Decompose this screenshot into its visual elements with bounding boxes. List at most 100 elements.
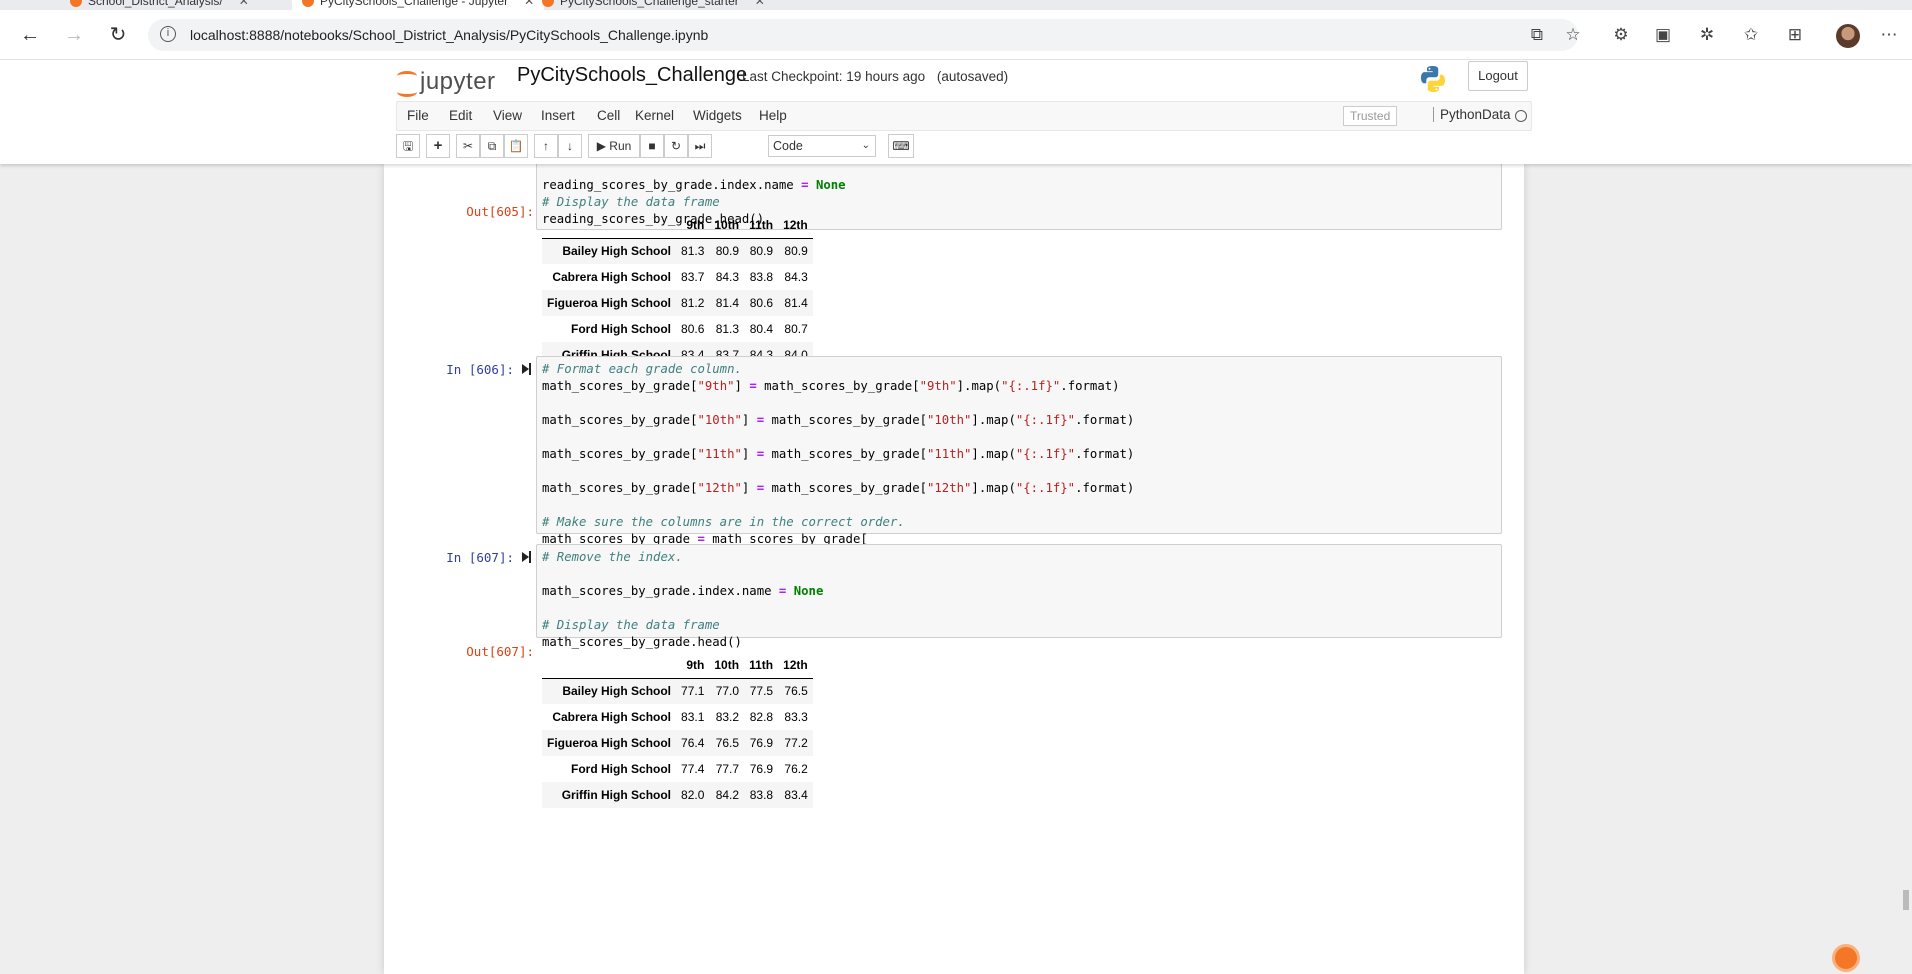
code-comment: # Display the data frame: [542, 195, 720, 209]
row-label: Bailey High School: [562, 684, 672, 699]
output-prompt: Out[605]:: [466, 204, 534, 219]
table-cell: 83.2: [715, 710, 740, 724]
table-cell: 76.9: [749, 736, 774, 750]
move-up-icon[interactable]: ↑: [534, 134, 558, 158]
browser-tab-title: PyCitySchools_Challenge - Jupyter: [320, 0, 509, 8]
run-cell-icon[interactable]: [522, 551, 532, 563]
table-row: Griffin High School 82.0 84.2 83.8 83.4: [542, 782, 813, 808]
browser-tab[interactable]: PyCitySchools_Challenge_starter ✕: [532, 0, 775, 10]
column-header: 12th: [778, 652, 813, 679]
table-cell: 77.4: [681, 762, 705, 776]
browser-tab-active[interactable]: PyCitySchools_Challenge - Jupyter ✕: [292, 0, 545, 10]
table-cell: 80.7: [784, 322, 808, 336]
row-label: Figueroa High School: [547, 736, 672, 750]
autosave-text: (autosaved): [936, 69, 1009, 84]
code-cell-606[interactable]: # Format each grade column. math_scores_…: [536, 356, 1502, 563]
favorite-star-icon[interactable]: ☆: [1562, 24, 1584, 46]
input-prompt: In [606]:: [446, 362, 514, 377]
row-label: Griffin High School: [561, 788, 672, 802]
collections-icon[interactable]: ⊞: [1784, 24, 1806, 46]
menu-kernel[interactable]: Kernel: [635, 108, 674, 123]
table-row: Cabrera High School 83.1 83.2 82.8 83.3: [542, 704, 813, 730]
puzzle-icon[interactable]: ✲: [1696, 24, 1718, 46]
menu-widgets[interactable]: Widgets: [693, 108, 742, 123]
trusted-indicator[interactable]: Trusted: [1343, 106, 1398, 126]
fast-forward-icon[interactable]: ⏭: [688, 134, 712, 158]
back-arrow-icon[interactable]: ←: [18, 23, 42, 47]
more-menu-icon[interactable]: ⋯: [1878, 24, 1900, 46]
column-header: 12th: [778, 212, 813, 239]
code-editor[interactable]: # Format each grade column. math_scores_…: [537, 357, 1501, 569]
paste-icon[interactable]: 📋: [504, 134, 528, 158]
avatar[interactable]: [1836, 24, 1860, 48]
url-text[interactable]: localhost:8888/notebooks/School_District…: [190, 27, 708, 43]
menu-file[interactable]: File: [407, 108, 429, 123]
table-row: Cabrera High School 83.7 84.3 83.8 84.3: [542, 264, 813, 290]
row-label: Figueroa High School: [547, 296, 672, 310]
scrollbar-thumb[interactable]: [1903, 890, 1909, 910]
column-header: 10th: [709, 212, 745, 239]
table-cell: 81.3: [681, 244, 705, 259]
table-row: Figueroa High School 81.2 81.4 80.6 81.4: [542, 290, 813, 316]
move-down-icon[interactable]: ↓: [558, 134, 582, 158]
run-cell-icon[interactable]: [522, 363, 532, 375]
dataframe-table: 9th 10th 11th 12th Bailey High School 77.1 77.…: [542, 652, 813, 808]
cut-icon[interactable]: ✂: [456, 134, 480, 158]
browser-address-bar: ← → ↻ i localhost:8888/notebooks/School_…: [0, 10, 1912, 60]
table-cell: 84.2: [715, 788, 740, 802]
table-cell: 83.8: [749, 788, 774, 802]
menu-insert[interactable]: Insert: [541, 108, 575, 123]
column-header: [542, 212, 677, 239]
stop-icon[interactable]: ■: [640, 134, 664, 158]
row-label: Cabrera High School: [552, 270, 672, 284]
row-label: Bailey High School: [562, 244, 672, 259]
table-cell: 77.1: [681, 684, 705, 699]
read-aloud-icon[interactable]: ⧉: [1526, 24, 1548, 46]
table-row: Ford High School 80.6 81.3 80.4 80.7: [542, 316, 813, 342]
copy-icon[interactable]: ⧉: [480, 134, 504, 158]
refresh-icon[interactable]: ↻: [106, 23, 130, 47]
code-keyword: None: [815, 178, 846, 192]
extension-icon[interactable]: ▣: [1652, 24, 1674, 46]
extension-icon[interactable]: ⚙: [1610, 24, 1632, 46]
table-cell: 81.4: [784, 296, 808, 310]
cell-type-select[interactable]: Code ⌄: [768, 135, 876, 157]
input-prompt: In [607]:: [446, 550, 514, 565]
table-cell: 77.5: [749, 684, 774, 699]
kernel-name[interactable]: PythonData: [1433, 107, 1511, 122]
menu-edit[interactable]: Edit: [449, 108, 472, 123]
browser-tab[interactable]: School_District_Analysis/ ✕: [60, 0, 259, 10]
notebook-title[interactable]: PyCitySchools_Challenge: [517, 64, 747, 87]
checkpoint-text: Last Checkpoint: 19 hours ago: [742, 69, 926, 84]
close-tab-icon[interactable]: ✕: [239, 0, 249, 8]
table-cell: 84.3: [784, 270, 808, 284]
code-editor[interactable]: # Remove the index. math_scores_by_grade…: [537, 545, 1501, 655]
cell-type-value: Code: [773, 139, 803, 153]
menu-help[interactable]: Help: [759, 108, 787, 123]
assistant-badge-icon[interactable]: [1832, 944, 1860, 972]
dataframe-table: 9th 10th 11th 12th Bailey High School 81.3 80.…: [542, 212, 813, 368]
logout-button[interactable]: Logout: [1468, 61, 1528, 91]
checkpoint-status: Last Checkpoint: 19 hours ago (autosaved…: [742, 69, 1008, 84]
menu-view[interactable]: View: [493, 108, 522, 123]
table-cell: 83.1: [681, 710, 705, 724]
table-cell: 81.3: [715, 322, 740, 336]
insert-cell-icon[interactable]: +: [426, 134, 450, 158]
favorites-icon[interactable]: ✩: [1740, 24, 1762, 46]
close-tab-icon[interactable]: ✕: [755, 0, 765, 8]
save-icon[interactable]: 🖫: [396, 134, 420, 158]
table-cell: 83.4: [784, 788, 808, 802]
menu-cell[interactable]: Cell: [597, 108, 620, 123]
restart-icon[interactable]: ↻: [664, 134, 688, 158]
code-cell-607[interactable]: # Remove the index. math_scores_by_grade…: [536, 544, 1502, 649]
table-cell: 76.5: [784, 684, 808, 699]
column-header: 9th: [676, 652, 710, 679]
python-logo-icon: [1421, 66, 1445, 92]
site-info-icon[interactable]: i: [160, 26, 176, 42]
browser-tab-title: PyCitySchools_Challenge_starter: [560, 0, 739, 8]
forward-arrow-icon[interactable]: →: [62, 23, 86, 47]
table-row: Bailey High School 81.3 80.9 80.9 80.9: [542, 238, 813, 264]
jupyter-logo[interactable]: jupyter: [396, 66, 504, 100]
keyboard-icon[interactable]: ⌨: [888, 134, 914, 158]
run-button[interactable]: ▶ Run: [588, 134, 640, 158]
